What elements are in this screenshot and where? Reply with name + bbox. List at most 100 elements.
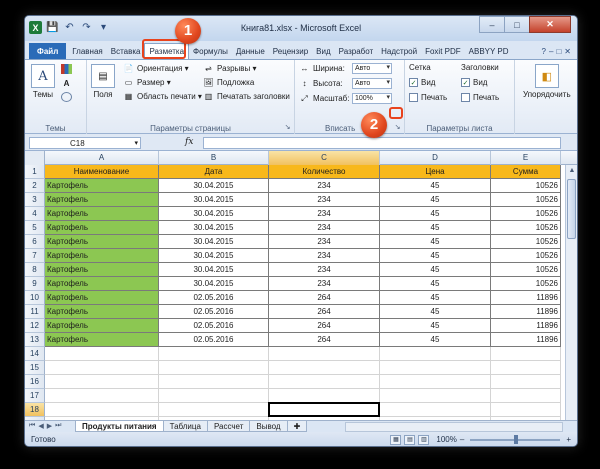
table-cell[interactable]: 45 [380, 207, 491, 221]
table-cell[interactable]: 45 [380, 305, 491, 319]
horizontal-scrollbar[interactable] [345, 422, 563, 432]
empty-cell[interactable] [491, 389, 561, 403]
table-cell[interactable]: 45 [380, 291, 491, 305]
row-header-17[interactable]: 17 [25, 389, 45, 403]
help-icon[interactable]: ? [542, 47, 546, 56]
formula-input[interactable] [203, 137, 561, 149]
table-cell[interactable]: Картофель [45, 249, 159, 263]
table-cell[interactable]: 234 [269, 249, 380, 263]
table-cell[interactable]: Картофель [45, 235, 159, 249]
table-header-cell[interactable]: Цена [380, 165, 491, 179]
empty-cell[interactable] [491, 403, 561, 417]
empty-cell[interactable] [269, 361, 380, 375]
name-box[interactable]: C18 ▾ [29, 137, 141, 149]
spreadsheet-grid[interactable]: ABCDE 12345678910111213141516171819Наиме… [25, 151, 577, 431]
zoom-in-icon[interactable]: + [566, 432, 571, 446]
empty-cell[interactable] [380, 403, 491, 417]
row-header-8[interactable]: 8 [25, 263, 45, 277]
table-header-cell[interactable]: Дата [159, 165, 269, 179]
select-all-corner[interactable] [25, 151, 45, 165]
column-header-a[interactable]: A [45, 151, 159, 165]
empty-cell[interactable] [491, 375, 561, 389]
maximize-button[interactable]: □ [504, 16, 530, 33]
row-header-4[interactable]: 4 [25, 207, 45, 221]
table-cell[interactable]: 30.04.2015 [159, 221, 269, 235]
theme-effects-icon[interactable] [61, 92, 72, 102]
table-header-cell[interactable]: Количество [269, 165, 380, 179]
table-cell[interactable]: 45 [380, 221, 491, 235]
vertical-scrollbar[interactable]: ▲ [565, 165, 577, 420]
empty-cell[interactable] [380, 389, 491, 403]
row-header-14[interactable]: 14 [25, 347, 45, 361]
table-cell[interactable]: 264 [269, 333, 380, 347]
table-cell[interactable]: 30.04.2015 [159, 263, 269, 277]
table-cell[interactable]: Картофель [45, 221, 159, 235]
empty-cell[interactable] [380, 375, 491, 389]
breaks-button[interactable]: ⇌ Разрывы ▾ [203, 63, 256, 73]
margins-button[interactable]: ▤ Поля [91, 64, 115, 99]
headings-view-checkbox[interactable]: ✓ Вид [461, 78, 487, 87]
table-cell[interactable]: Картофель [45, 193, 159, 207]
headings-print-checkbox[interactable]: Печать [461, 93, 499, 102]
table-cell[interactable]: 10526 [491, 179, 561, 193]
empty-cell[interactable] [269, 389, 380, 403]
sheet-tab-output[interactable]: Вывод [249, 421, 288, 432]
table-cell[interactable]: 45 [380, 249, 491, 263]
table-cell[interactable]: Картофель [45, 319, 159, 333]
orientation-button[interactable]: 📄 Ориентация ▾ [123, 63, 189, 73]
table-cell[interactable]: Картофель [45, 291, 159, 305]
row-header-6[interactable]: 6 [25, 235, 45, 249]
table-cell[interactable]: 234 [269, 193, 380, 207]
table-cell[interactable]: 234 [269, 221, 380, 235]
table-cell[interactable]: 264 [269, 305, 380, 319]
table-cell[interactable]: 45 [380, 333, 491, 347]
zoom-spinner[interactable]: 100% [352, 93, 392, 104]
width-select[interactable]: Авто [352, 63, 392, 74]
column-header-b[interactable]: B [159, 151, 269, 165]
row-header-10[interactable]: 10 [25, 291, 45, 305]
empty-cell[interactable] [159, 389, 269, 403]
table-cell[interactable]: 45 [380, 263, 491, 277]
table-cell[interactable]: Картофель [45, 179, 159, 193]
page-break-view-icon[interactable]: ▥ [418, 435, 430, 445]
table-cell[interactable]: 10526 [491, 277, 561, 291]
table-cell[interactable]: 11896 [491, 319, 561, 333]
empty-cell[interactable] [45, 375, 159, 389]
table-cell[interactable]: 45 [380, 179, 491, 193]
close-button[interactable]: ✕ [529, 16, 571, 33]
empty-cell[interactable] [45, 361, 159, 375]
zoom-out-icon[interactable]: – [460, 432, 464, 446]
scroll-up-icon[interactable]: ▲ [566, 165, 577, 177]
tab-formulas[interactable]: Формулы [189, 43, 232, 59]
table-cell[interactable]: 30.04.2015 [159, 249, 269, 263]
tab-view[interactable]: Вид [312, 43, 334, 59]
theme-fonts-icon[interactable]: A [61, 78, 72, 88]
tab-addins[interactable]: Надстрой [377, 43, 421, 59]
table-header-cell[interactable]: Сумма [491, 165, 561, 179]
row-header-9[interactable]: 9 [25, 277, 45, 291]
row-header-16[interactable]: 16 [25, 375, 45, 389]
table-cell[interactable]: 264 [269, 319, 380, 333]
table-cell[interactable]: 234 [269, 235, 380, 249]
empty-cell[interactable] [45, 403, 159, 417]
print-titles-button[interactable]: ▥ Печатать заголовки [203, 91, 290, 101]
normal-view-icon[interactable]: ▦ [390, 435, 402, 445]
workbook-minimize-icon[interactable]: – [549, 47, 553, 56]
row-header-12[interactable]: 12 [25, 319, 45, 333]
table-cell[interactable]: 11896 [491, 333, 561, 347]
table-cell[interactable]: 30.04.2015 [159, 235, 269, 249]
tab-foxit-pdf[interactable]: Foxit PDF [421, 43, 465, 59]
grid-print-checkbox[interactable]: Печать [409, 93, 447, 102]
tab-file[interactable]: Файл [29, 43, 67, 59]
empty-cell[interactable] [45, 389, 159, 403]
table-cell[interactable]: 45 [380, 235, 491, 249]
empty-cell[interactable] [159, 347, 269, 361]
table-cell[interactable]: 02.05.2016 [159, 319, 269, 333]
empty-cell[interactable] [159, 375, 269, 389]
next-sheet-icon[interactable]: ▶ [47, 422, 52, 430]
tab-data[interactable]: Данные [232, 43, 269, 59]
row-header-3[interactable]: 3 [25, 193, 45, 207]
empty-cell[interactable] [269, 347, 380, 361]
empty-cell[interactable] [491, 347, 561, 361]
table-cell[interactable]: 30.04.2015 [159, 277, 269, 291]
